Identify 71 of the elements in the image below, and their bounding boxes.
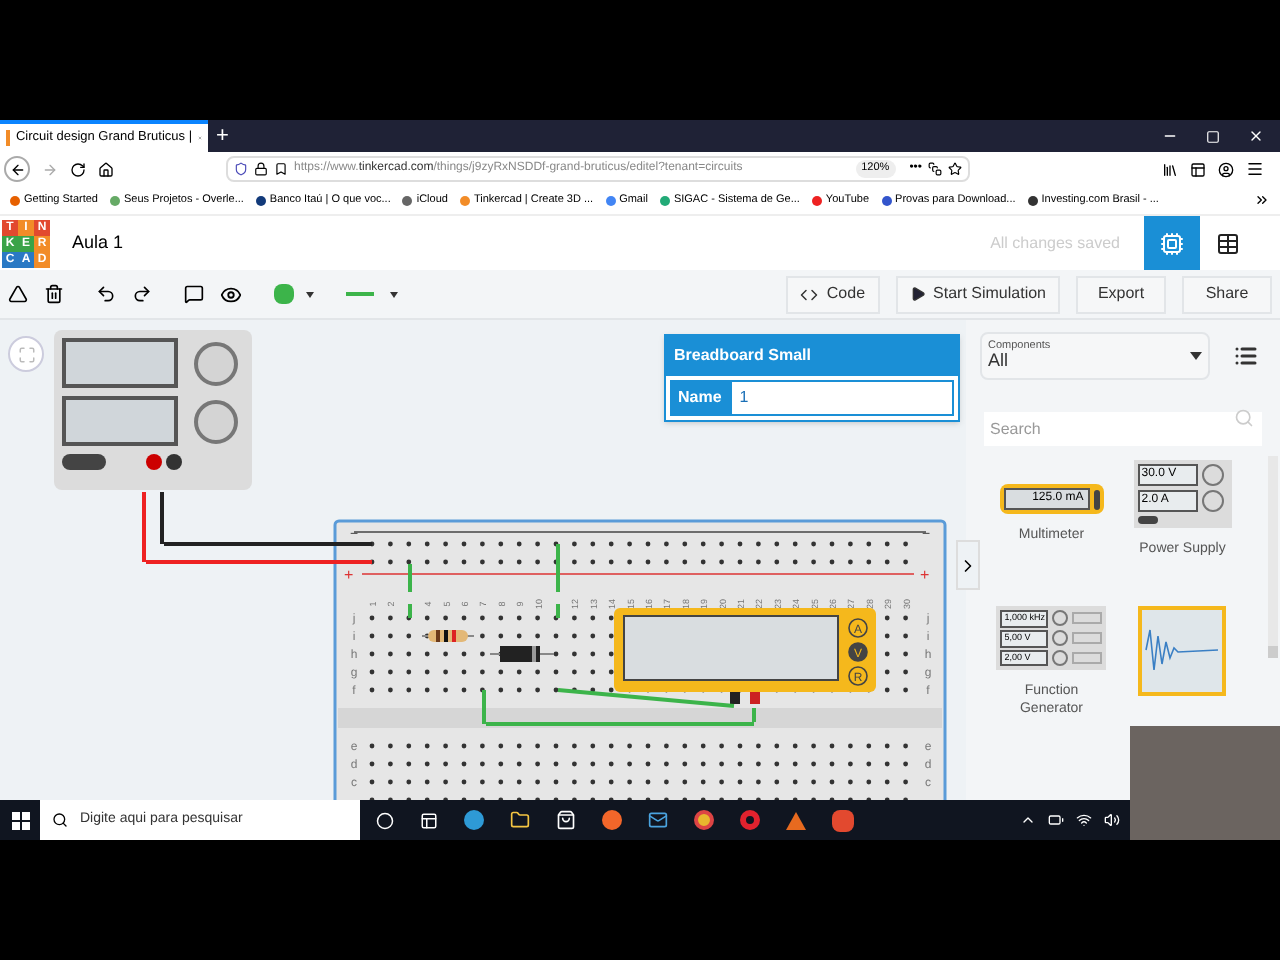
favicon-icon	[881, 195, 892, 205]
favicon-icon	[10, 195, 20, 205]
favicon-icon	[459, 195, 470, 205]
close-icon[interactable]	[1248, 128, 1264, 144]
power-supply-drawing[interactable]	[54, 330, 252, 490]
restore-icon[interactable]	[1206, 129, 1220, 143]
menu-icon[interactable]	[1246, 160, 1264, 178]
account-icon[interactable]	[1218, 161, 1234, 177]
library-icon[interactable]	[1162, 161, 1178, 177]
battery-icon[interactable]	[1048, 812, 1064, 828]
dropdown-value: All	[988, 352, 1009, 371]
more-bookmarks-icon[interactable]	[1254, 192, 1270, 208]
volume-icon[interactable]	[1104, 812, 1120, 828]
search-icon	[1234, 408, 1254, 428]
new-tab-button[interactable]: +	[208, 119, 237, 153]
store-icon[interactable]	[556, 810, 576, 830]
caret-icon	[1190, 352, 1202, 360]
delete-icon[interactable]	[44, 284, 64, 304]
favicon-icon	[255, 195, 266, 205]
reload-icon[interactable]	[70, 161, 86, 177]
caret-icon	[306, 291, 314, 297]
start-simulation-button[interactable]: Start Simulation	[895, 275, 1060, 313]
lock-icon	[254, 162, 268, 176]
field-label: Name	[670, 380, 730, 416]
code-button[interactable]: Code	[786, 275, 880, 313]
redo-icon[interactable]	[132, 284, 152, 304]
oscilloscope-thumbnail	[1138, 606, 1227, 696]
favicon-icon	[1027, 195, 1038, 205]
resistor-drawing[interactable]	[421, 630, 475, 642]
shield-icon	[234, 162, 248, 176]
toolbar-button[interactable]: Export	[1076, 275, 1166, 313]
code-icon	[800, 285, 819, 303]
permissions-icon	[274, 162, 288, 176]
favicon-icon	[811, 195, 822, 205]
rail-plus-sign: +	[344, 566, 354, 584]
list-view-icon[interactable]	[1234, 344, 1258, 368]
play-icon	[909, 286, 926, 302]
chip-icon	[1160, 231, 1184, 255]
app-icon[interactable]	[832, 809, 854, 831]
favicon-icon	[110, 195, 120, 205]
bookmark-star-icon[interactable]	[948, 162, 962, 176]
sidebar-icon[interactable]	[1190, 161, 1206, 177]
home-icon[interactable]	[98, 161, 114, 177]
name-field[interactable]: 1	[729, 380, 954, 416]
favicon-icon	[659, 195, 670, 205]
favicon-icon	[402, 195, 413, 205]
wire-line-icon	[346, 292, 374, 296]
table-icon	[1216, 231, 1240, 255]
cortana-icon[interactable]	[376, 811, 394, 829]
folder-icon[interactable]	[510, 810, 530, 830]
toolbar-button[interactable]: Share	[1182, 275, 1272, 313]
search-field[interactable]: Search	[984, 412, 1262, 446]
search-icon	[52, 812, 68, 828]
project-title[interactable]: Aula 1	[72, 229, 124, 257]
diode-drawing[interactable]	[489, 646, 555, 662]
task-view-icon[interactable]	[420, 811, 438, 829]
favicon-icon	[605, 195, 616, 205]
mail-icon[interactable]	[648, 810, 668, 830]
scrollbar[interactable]	[1268, 456, 1278, 656]
wifi-icon[interactable]	[1076, 812, 1092, 828]
wire-type-picker[interactable]	[346, 291, 398, 297]
undo-icon[interactable]	[96, 284, 116, 304]
fit-view-icon	[17, 345, 35, 363]
caret-icon	[390, 291, 398, 297]
panel-title: Breadboard Small	[666, 336, 958, 376]
color-picker[interactable]	[274, 284, 314, 304]
visibility-icon[interactable]	[220, 283, 242, 305]
notes-icon[interactable]	[184, 284, 204, 304]
rail-plus-sign: +	[920, 566, 930, 584]
back-icon[interactable]	[9, 161, 25, 177]
pocket-icon[interactable]	[928, 162, 942, 176]
